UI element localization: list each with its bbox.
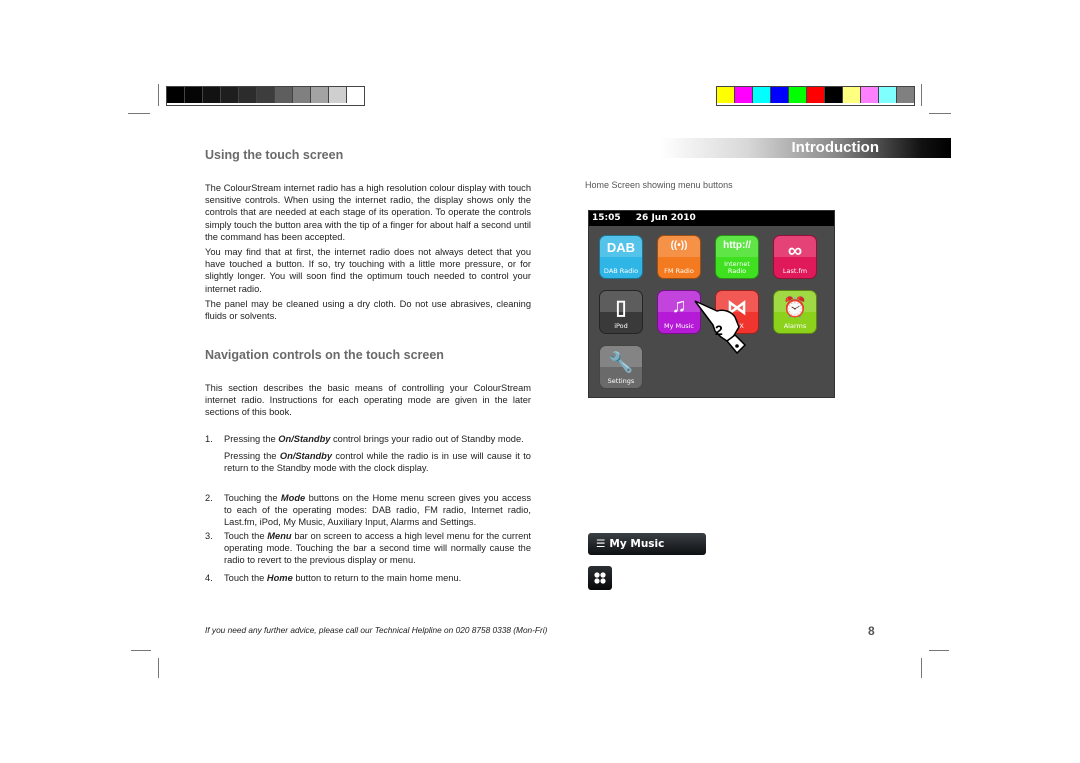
figure-caption: Home Screen showing menu buttons: [585, 180, 733, 190]
color-swatch: [843, 87, 861, 103]
list-item: 3. Touch the Menu bar on screen to access…: [205, 530, 531, 567]
crop-mark: [158, 84, 159, 106]
color-swatch: [807, 87, 825, 103]
color-swatch: [735, 87, 753, 103]
color-swatch: [789, 87, 807, 103]
crop-mark: [921, 84, 922, 106]
mode-button-settings[interactable]: 🔧 Settings: [599, 345, 643, 389]
mode-button-fm-radio[interactable]: ((•)) FM Radio: [657, 235, 701, 279]
mode-button-label: Alarms: [783, 322, 807, 330]
list-text: Pressing the On/Standby control brings y…: [224, 434, 531, 474]
control-name: On/Standby: [278, 434, 331, 444]
mode-button-label: FM Radio: [664, 267, 694, 275]
paragraph: The ColourStream internet radio has a hi…: [205, 183, 531, 242]
grayscale-swatch: [347, 87, 364, 103]
grayscale-swatch: [167, 87, 185, 103]
grayscale-swatch: [329, 87, 347, 103]
crop-mark: [929, 113, 951, 114]
crop-mark: [131, 650, 151, 651]
control-name: On/Standby: [279, 451, 333, 462]
mode-button-label: Last.fm: [782, 267, 808, 275]
grayscale-swatch: [257, 87, 275, 103]
list-text: Touching the Mode buttons on the Home me…: [224, 493, 531, 528]
list-item: 4. Touch the Home button to return to the…: [205, 572, 531, 584]
crop-mark: [158, 658, 159, 678]
list-number: 1.: [205, 434, 213, 444]
list-number: 2.: [205, 493, 213, 503]
menu-lines-icon: ☰: [596, 538, 606, 550]
mode-button-label: Internet Radio: [724, 260, 750, 275]
mode-button-last-fm[interactable]: ∞ Last.fm: [773, 235, 817, 279]
home-button[interactable]: [588, 566, 612, 590]
color-swatch: [771, 87, 789, 103]
ipod-icon: ▯: [615, 297, 627, 319]
mode-button-alarms[interactable]: ⏰ Alarms: [773, 290, 817, 334]
color-swatch: [825, 87, 843, 103]
grayscale-swatch: [221, 87, 239, 103]
menu-bar-label: My Music: [609, 538, 665, 550]
antenna-icon: ((•)): [670, 240, 688, 251]
color-swatch: [897, 87, 914, 103]
callout-number: 2: [715, 322, 723, 338]
section-banner-title: Introduction: [791, 139, 879, 156]
list-subparagraph: Pressing the On/Standby control while th…: [224, 451, 531, 474]
home-screen-figure: 15:05 26 Jun 2010 DAB DAB Radio ((•)) FM Ra…: [588, 210, 835, 398]
mode-button-label: DAB Radio: [603, 267, 639, 275]
mode-button-label: iPod: [614, 322, 628, 330]
control-name: Home: [266, 573, 293, 583]
grayscale-calibration-bar: [166, 86, 365, 106]
pointing-hand-icon: 2: [694, 300, 747, 355]
paragraph: This section describes the basic means o…: [205, 383, 531, 418]
crop-mark: [929, 650, 949, 651]
list-number: 4.: [205, 573, 213, 583]
list-item: 2. Touching the Mode buttons on the Home …: [205, 492, 531, 529]
color-calibration-bar: [716, 86, 915, 106]
grayscale-swatch: [239, 87, 257, 103]
paragraph: The panel may be cleaned using a dry clo…: [205, 299, 531, 322]
mode-button-label: Settings: [607, 377, 635, 385]
control-name: Menu: [267, 531, 292, 541]
section-heading-touch-screen: Using the touch screen: [205, 148, 344, 162]
dab-logo: DAB: [606, 240, 636, 255]
grayscale-swatch: [293, 87, 311, 103]
clock-time: 15:05: [592, 213, 621, 223]
list-item: 1. Pressing the On/Standby control brings…: [205, 433, 531, 475]
color-swatch: [753, 87, 771, 103]
grayscale-swatch: [203, 87, 221, 103]
paragraph: You may find that at first, the internet…: [205, 247, 531, 294]
grayscale-swatch: [275, 87, 293, 103]
section-heading-navigation: Navigation controls on the touch screen: [205, 348, 444, 362]
mode-button-ipod[interactable]: ▯ iPod: [599, 290, 643, 334]
grayscale-swatch: [311, 87, 329, 103]
http-icon: http://: [723, 240, 751, 251]
color-swatch: [861, 87, 879, 103]
color-swatch: [717, 87, 735, 103]
mode-button-dab-radio[interactable]: DAB DAB Radio: [599, 235, 643, 279]
list-number: 3.: [205, 531, 213, 541]
helpline-footer: If you need any further advice, please c…: [205, 625, 548, 635]
crop-mark: [128, 113, 150, 114]
lastfm-icon: ∞: [787, 240, 803, 262]
page-number: 8: [868, 624, 875, 638]
status-bar: 15:05 26 Jun 2010: [589, 211, 834, 226]
crop-mark: [921, 658, 922, 678]
menu-bar-button[interactable]: ☰ My Music: [588, 533, 706, 555]
grayscale-swatch: [185, 87, 203, 103]
color-swatch: [879, 87, 897, 103]
control-name: Mode: [280, 493, 306, 503]
clock-date: 26 Jun 2010: [635, 213, 696, 223]
list-text: Touch the Menu bar on screen to access a…: [224, 531, 531, 566]
mode-button-internet-radio[interactable]: http:// Internet Radio: [715, 235, 759, 279]
section-banner: Introduction: [660, 138, 951, 158]
alarm-clock-icon: ⏰: [782, 297, 808, 319]
wrench-icon: 🔧: [608, 352, 634, 374]
list-text: Touch the Home button to return to the m…: [224, 573, 462, 583]
home-grid-icon: [594, 572, 606, 584]
